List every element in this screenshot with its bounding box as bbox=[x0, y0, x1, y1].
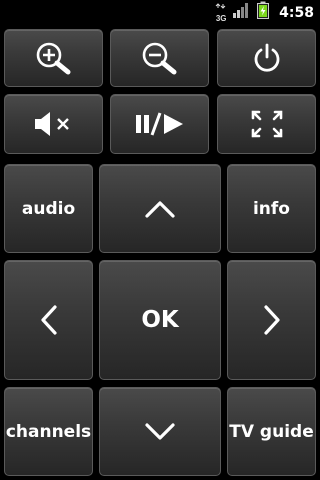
left-button[interactable] bbox=[4, 260, 93, 380]
mute-icon bbox=[34, 112, 69, 136]
power-button[interactable] bbox=[217, 29, 316, 87]
chevron-left-icon bbox=[40, 305, 57, 335]
zoom-out-button[interactable] bbox=[110, 29, 209, 87]
chevron-right-icon bbox=[263, 305, 280, 335]
mute-button[interactable] bbox=[4, 94, 103, 154]
fullscreen-icon bbox=[251, 110, 282, 138]
chevron-down-icon bbox=[145, 422, 175, 440]
channels-label: channels bbox=[5, 421, 92, 442]
tv-guide-button[interactable]: TV guide bbox=[227, 387, 316, 476]
right-button[interactable] bbox=[227, 260, 316, 380]
info-button[interactable]: info bbox=[227, 164, 316, 253]
zoom-in-icon bbox=[36, 42, 70, 75]
play-pause-icon bbox=[135, 112, 183, 136]
status-bar: 3G 4:58 bbox=[0, 0, 320, 25]
down-button[interactable] bbox=[99, 387, 221, 476]
up-button[interactable] bbox=[99, 164, 221, 253]
power-icon bbox=[254, 43, 279, 72]
signal-icon bbox=[233, 2, 251, 23]
audio-label: audio bbox=[21, 198, 76, 219]
ok-label: OK bbox=[141, 307, 179, 333]
play-pause-button[interactable] bbox=[110, 94, 209, 154]
fullscreen-button[interactable] bbox=[217, 94, 316, 154]
ok-button[interactable]: OK bbox=[99, 260, 221, 380]
network-label: 3G bbox=[215, 13, 227, 23]
network-3g-icon: 3G bbox=[215, 2, 227, 23]
chevron-up-icon bbox=[145, 200, 175, 218]
channels-button[interactable]: channels bbox=[4, 387, 93, 476]
battery-charging-icon bbox=[257, 1, 270, 24]
zoom-out-icon bbox=[142, 42, 176, 75]
audio-button[interactable]: audio bbox=[4, 164, 93, 253]
clock: 4:58 bbox=[279, 4, 314, 21]
zoom-in-button[interactable] bbox=[4, 29, 103, 87]
tv-guide-label: TV guide bbox=[229, 421, 314, 442]
info-label: info bbox=[252, 198, 290, 219]
